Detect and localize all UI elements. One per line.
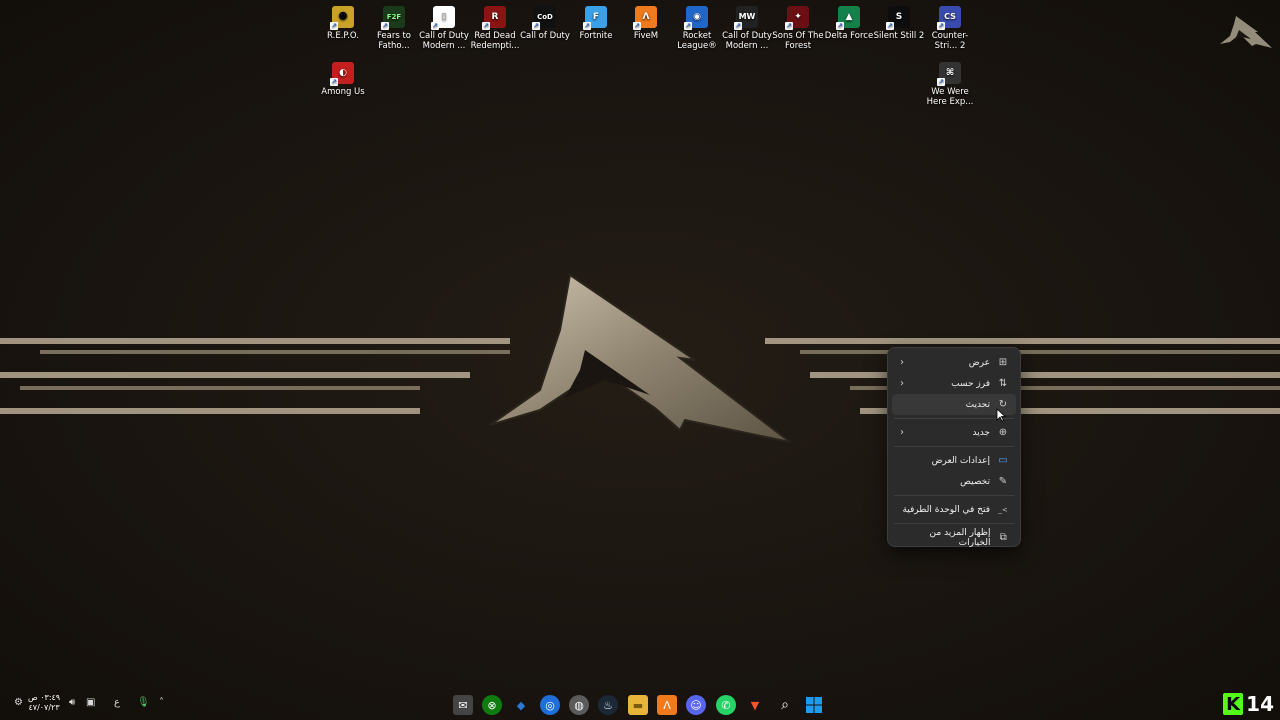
steam-icon[interactable]: ♨ <box>598 695 618 715</box>
menu-item-open-terminal[interactable]: >_ فتح في الوحدة الطرفية <box>892 499 1016 520</box>
desktop-icon-red-dead[interactable]: R ↗ Red Dead Redempti... <box>469 2 521 51</box>
desktop-icon-fivem[interactable]: Λ ↗ FiveM <box>620 2 672 41</box>
modern-warfare-icon: MW ↗ <box>734 6 758 30</box>
menu-item-show-more-options[interactable]: ⧉ إظهار المزيد من الخيارات <box>892 527 1016 548</box>
menu-item-display-settings[interactable]: ▭ إعدادات العرض <box>892 450 1016 471</box>
desktop-icon-fears-to-fathom[interactable]: F2F ↗ Fears to Fatho... <box>368 2 420 51</box>
microphone-icon[interactable]: 🎙︎ <box>137 697 150 708</box>
volume-icon[interactable]: 🔊︎ <box>69 697 75 708</box>
mouse-cursor-icon <box>996 408 1006 422</box>
desktop-icon-fortnite[interactable]: F ↗ Fortnite <box>570 2 622 41</box>
delta-force-icon: ▲ ↗ <box>836 6 860 30</box>
kick-logo-icon: K <box>1223 693 1244 715</box>
desktop-icon-sons-of-the-forest[interactable]: ✦ ↗ Sons Of The Forest <box>772 2 824 51</box>
sons-of-the-forest-icon: ✦ ↗ <box>785 6 809 30</box>
silent-still-icon: S ↗ <box>886 6 910 30</box>
sort-icon: ⇅ <box>998 378 1008 389</box>
discord-icon[interactable]: ☺ <box>686 695 706 715</box>
menu-separator <box>894 446 1014 447</box>
desktop[interactable]: ☻ ↗ R.E.P.O. F2F ↗ Fears to Fatho... ▯ ↗ Ca… <box>0 0 1280 720</box>
desktop-icon-counter-strike-2[interactable]: CS ↗ Counter-Stri... 2 <box>924 2 976 51</box>
menu-item-view[interactable]: ⊞ عرض ‹ <box>892 352 1016 373</box>
desktop-icon-rocket-league[interactable]: ◉ ↗ Rocket League® <box>671 2 723 51</box>
menu-item-personalize[interactable]: ✎ تخصيص <box>892 471 1016 492</box>
windows-start-icon[interactable] <box>804 695 824 715</box>
mail-app-icon[interactable]: ✉ <box>453 695 473 715</box>
rocket-league-icon: ◉ ↗ <box>684 6 708 30</box>
brave-icon[interactable]: ▼ <box>745 695 765 715</box>
desktop-icon-among-us[interactable]: ◐ ↗ Among Us <box>317 58 369 97</box>
desktop-icon-delta-force[interactable]: ▲ ↗ Delta Force <box>823 2 875 41</box>
desktop-icon-call-of-duty[interactable]: CoD ↗ Call of Duty <box>519 2 571 41</box>
menu-separator <box>894 523 1014 524</box>
fortnite-icon: F ↗ <box>583 6 607 30</box>
gear-tray-icon[interactable]: ⚙ <box>14 697 23 708</box>
shield-app-icon[interactable]: ◆ <box>511 695 531 715</box>
among-us-icon: ◐ ↗ <box>330 62 354 86</box>
red-dead-icon: R ↗ <box>482 6 506 30</box>
grid-icon: ⊞ <box>998 357 1008 368</box>
recorder-app-icon[interactable]: ◍ <box>569 695 589 715</box>
browser-app-icon[interactable]: ◎ <box>540 695 560 715</box>
windows-logo-icon <box>806 697 822 713</box>
chevron-left-icon: ‹ <box>900 357 904 368</box>
chevron-left-icon: ‹ <box>900 378 904 389</box>
menu-item-sort-by[interactable]: ⇅ فرز حسب ‹ <box>892 373 1016 394</box>
desktop-icon-cod-modern-2[interactable]: MW ↗ Call of Duty Modern ... <box>721 2 773 51</box>
repo-game-icon: ☻ ↗ <box>330 6 354 30</box>
display-icon: ▭ <box>998 455 1008 466</box>
chevron-left-icon: ‹ <box>900 427 904 438</box>
desktop-icon-cod-modern-1[interactable]: ▯ ↗ Call of Duty Modern ... <box>418 2 470 51</box>
menu-item-new[interactable]: ⊕ جديد ‹ <box>892 422 1016 443</box>
more-options-icon: ⧉ <box>999 532 1007 543</box>
network-icon[interactable]: ▣ <box>86 697 95 708</box>
plus-circle-icon: ⊕ <box>998 427 1008 438</box>
language-indicator[interactable]: ع <box>114 697 120 708</box>
we-were-here-icon: ⌘ ↗ <box>937 62 961 86</box>
kick-number: 14 <box>1246 692 1274 716</box>
taskbar: ⚙ ٠٣:٤٩ ص ٤٧/٠٧/٢٣ 🔊︎ ▣ ع 🎙︎ ˄ ✉ ⊗ ◆ ◎ ◍… <box>0 690 1280 720</box>
menu-separator <box>894 495 1014 496</box>
wallpaper-logo <box>489 273 791 443</box>
desktop-icon-silent-still-2[interactable]: S ↗ Silent Still 2 <box>873 2 925 41</box>
counter-strike-icon: CS ↗ <box>937 6 961 30</box>
terminal-icon: >_ <box>998 505 1008 514</box>
desktop-icon-we-were-here[interactable]: ⌘ ↗ We Were Here Exp... <box>924 58 976 107</box>
file-explorer-icon[interactable]: ▬ <box>628 695 648 715</box>
fivem-icon: Λ ↗ <box>633 6 657 30</box>
file-shortcut-icon: ▯ ↗ <box>431 6 455 30</box>
xbox-icon[interactable]: ⊗ <box>482 695 502 715</box>
fivem-taskbar-icon[interactable]: Λ <box>657 695 677 715</box>
pencil-icon: ✎ <box>998 476 1008 487</box>
search-icon[interactable]: ⌕ <box>775 695 795 715</box>
desktop-icon-repo[interactable]: ☻ ↗ R.E.P.O. <box>317 2 369 41</box>
whatsapp-icon[interactable]: ✆ <box>716 695 736 715</box>
watermark-logo <box>1220 16 1272 48</box>
clock[interactable]: ٠٣:٤٩ ص ٤٧/٠٧/٢٣ <box>28 693 60 713</box>
call-of-duty-icon: CoD ↗ <box>532 6 556 30</box>
chevron-up-icon[interactable]: ˄ <box>159 697 164 708</box>
desktop-context-menu: ⊞ عرض ‹ ⇅ فرز حسب ‹ ↻ تحديث ⊕ جديد ‹ ▭ إ… <box>887 347 1021 548</box>
kick-overlay: K 14 <box>1223 692 1274 716</box>
fears-to-fathom-icon: F2F ↗ <box>381 6 405 30</box>
